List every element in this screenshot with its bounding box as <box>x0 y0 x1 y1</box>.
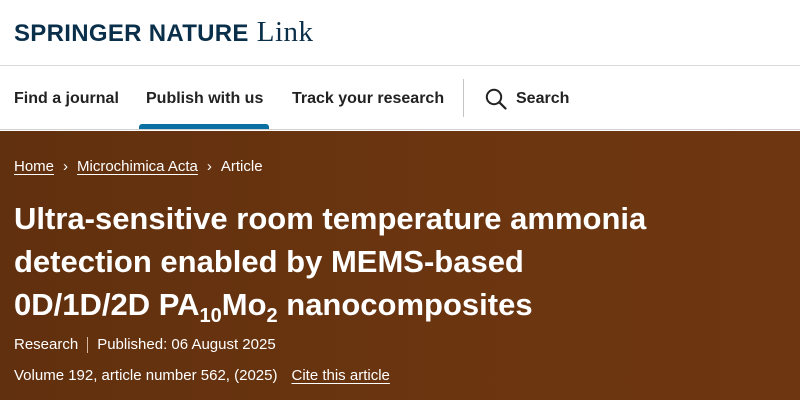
breadcrumb-journal[interactable]: Microchimica Acta <box>77 158 198 175</box>
breadcrumb-current: Article <box>220 158 263 175</box>
article-header: Home › Microchimica Acta › Article Ultra… <box>0 131 800 400</box>
title-subscript-1: 10 <box>199 305 222 327</box>
title-subscript-2: 2 <box>266 305 278 327</box>
title-line-3-mid: Mo <box>221 287 267 322</box>
article-type: Research <box>14 336 79 353</box>
nav-track-your-research[interactable]: Track your research <box>292 67 444 130</box>
chevron-right-icon: › <box>63 158 69 175</box>
logo-wordmark: SPRINGER NATURE <box>14 20 249 47</box>
search-label: Search <box>516 89 570 107</box>
site-header: SPRINGER NATURE Link <box>0 0 800 66</box>
title-line-1: Ultra-sensitive room temperature ammonia <box>14 201 647 236</box>
meta-divider <box>87 336 89 353</box>
springer-nature-link-logo[interactable]: SPRINGER NATURE Link <box>14 16 314 48</box>
breadcrumb-home[interactable]: Home <box>14 158 54 175</box>
nav-publish-with-us[interactable]: Publish with us <box>146 67 263 130</box>
cite-this-article-link[interactable]: Cite this article <box>292 367 390 384</box>
search-button[interactable]: Search <box>485 67 569 130</box>
published-date: Published: 06 August 2025 <box>97 336 276 353</box>
nav-divider <box>463 79 464 117</box>
main-nav: Find a journal Publish with us Track you… <box>0 67 800 130</box>
title-line-3-suffix: nanocomposites <box>277 287 533 322</box>
volume-info: Volume 192, article number 562, (2025) <box>14 367 278 384</box>
active-nav-indicator <box>139 124 269 129</box>
breadcrumb: Home › Microchimica Acta › Article <box>14 158 263 175</box>
title-line-2: detection enabled by MEMS-based <box>14 244 524 279</box>
article-meta: Research Published: 06 August 2025 <box>14 336 276 353</box>
article-citation-info: Volume 192, article number 562, (2025) C… <box>14 367 390 384</box>
logo-link-text: Link <box>256 16 314 48</box>
title-line-3-prefix: 0D/1D/2D PA <box>14 287 200 322</box>
search-icon <box>485 88 507 110</box>
chevron-right-icon: › <box>206 158 212 175</box>
article-title: Ultra-sensitive room temperature ammonia… <box>14 197 794 326</box>
nav-find-a-journal[interactable]: Find a journal <box>14 67 119 130</box>
